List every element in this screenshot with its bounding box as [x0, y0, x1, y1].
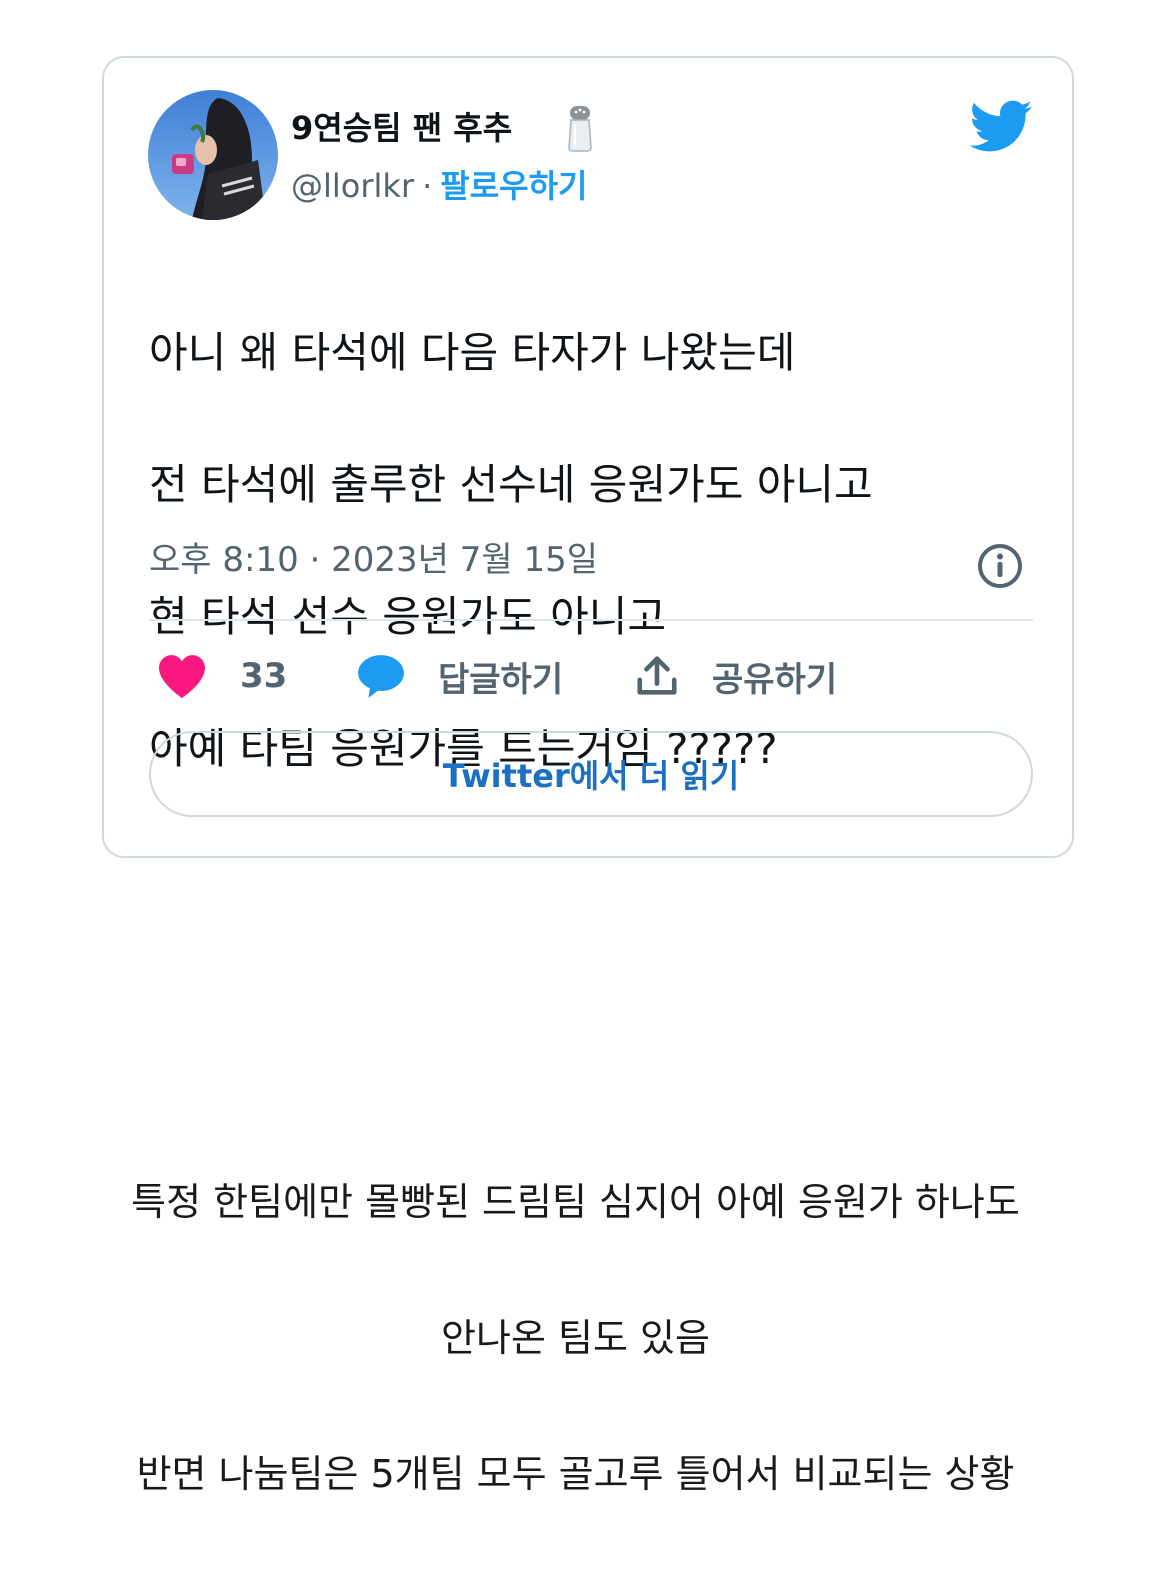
handle-line: @llorlkr · 팔로우하기	[291, 166, 587, 206]
twitter-bird-icon[interactable]	[967, 98, 1033, 154]
caption-line: 안나온 팀도 있음	[441, 1316, 710, 1360]
share-label: 공유하기	[712, 659, 838, 700]
reply-bubble-icon	[358, 655, 404, 698]
like-count: 33	[240, 656, 288, 696]
reply-button[interactable]: 답글하기	[356, 650, 563, 702]
display-name[interactable]: 9연승팀 팬 후추	[291, 108, 512, 148]
reply-label: 답글하기	[438, 659, 564, 700]
tweet-text-line: 전 타석에 출루한 선수네 응원가도 아니고	[149, 460, 873, 509]
share-upload-icon	[637, 656, 677, 695]
heart-icon	[159, 655, 205, 699]
user-handle[interactable]: @llorlkr	[291, 167, 414, 205]
salt-shaker-emoji-icon	[568, 106, 592, 152]
separator-dot: ·	[422, 167, 433, 205]
tweet-text-line: 현 타석 선수 응원가도 아니고	[149, 592, 667, 641]
divider	[149, 619, 1033, 621]
info-icon[interactable]	[976, 542, 1024, 590]
tweet-card: 9연승팀 팬 후추 @llorlkr · 팔로우하기 아니 왜 타석에 다음 타자가…	[102, 56, 1074, 858]
read-more-button[interactable]: Twitter에서 더 읽기	[149, 731, 1033, 817]
follow-link[interactable]: 팔로우하기	[440, 167, 587, 205]
caption-text: 특정 한팀에만 몰빵된 드림팀 심지어 아예 응원가 하나도 안나온 팀도 있음…	[0, 1100, 1151, 1576]
tweet-timestamp[interactable]: 오후 8:10 · 2023년 7월 15일	[149, 540, 598, 580]
tweet-text-line: 아니 왜 타석에 다음 타자가 나왔는데	[149, 328, 796, 377]
share-button[interactable]: 공유하기	[634, 650, 837, 702]
caption-line: 반면 나눔팀은 5개팀 모두 골고루 틀어서 비교되는 상황	[136, 1452, 1015, 1496]
caption-line: 특정 한팀에만 몰빵된 드림팀 심지어 아예 응원가 하나도	[131, 1180, 1020, 1224]
avatar[interactable]	[148, 90, 278, 220]
like-button[interactable]: 33	[156, 650, 287, 702]
